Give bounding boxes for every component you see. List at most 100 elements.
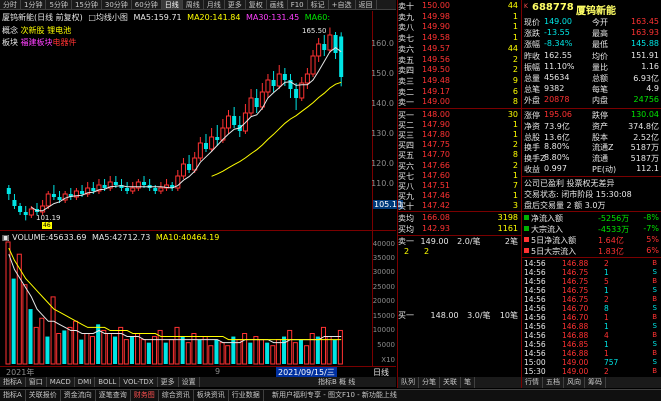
tab-period-3[interactable]: 15分钟 xyxy=(72,0,102,9)
candle-body xyxy=(316,43,322,57)
volume-bar xyxy=(67,326,73,365)
bid-price[interactable]: 147.75 xyxy=(422,140,450,149)
tab-ticks[interactable]: 分笔 xyxy=(419,377,440,388)
tab-action-4[interactable]: +自选 xyxy=(329,0,356,9)
bid-price[interactable]: 147.90 xyxy=(422,120,450,129)
volume-bar xyxy=(197,339,202,364)
axis-label: 40000 xyxy=(372,240,395,248)
tab-indicator-5[interactable]: VOL-TDX xyxy=(120,377,158,387)
tick-volume: 1 xyxy=(604,313,609,322)
volume-bar xyxy=(11,278,16,364)
candle xyxy=(242,104,248,134)
volume-bar xyxy=(163,342,168,364)
ask-price[interactable]: 149.90 xyxy=(422,22,450,31)
tab-indicator-0[interactable]: 指标A xyxy=(0,377,26,387)
tab-indicator-6[interactable]: 更多 xyxy=(158,377,179,387)
tab-action-5[interactable]: 返回 xyxy=(356,0,377,9)
status-tab-6[interactable]: 板块资讯 xyxy=(194,390,229,401)
tab-five-level[interactable]: 五档 xyxy=(543,377,564,388)
volume-bar xyxy=(248,342,253,364)
candle xyxy=(125,182,130,194)
ask-volume: 2 xyxy=(512,65,518,75)
status-tab-2[interactable]: 资金流向 xyxy=(61,390,96,401)
bid-price[interactable]: 147.60 xyxy=(422,171,450,180)
tab-wind[interactable]: 风向 xyxy=(564,377,585,388)
ask-price[interactable]: 149.50 xyxy=(422,65,450,74)
tab-indicator-7[interactable]: 设置 xyxy=(179,377,200,387)
tick-time: 14:56 xyxy=(524,295,546,304)
candle-body xyxy=(248,97,254,114)
candlestick-chart[interactable] xyxy=(0,11,372,229)
candle-body xyxy=(327,34,333,51)
tick-direction: S xyxy=(652,268,657,276)
ask-price[interactable]: 149.00 xyxy=(422,97,450,106)
volume-bar xyxy=(168,339,174,365)
bid-price[interactable]: 148.00 xyxy=(422,110,450,119)
tab-indicator-1[interactable]: 窗口 xyxy=(26,377,47,387)
axis-label: 10000 xyxy=(372,326,395,334)
tab-action-1[interactable]: 画线 xyxy=(267,0,288,9)
status-tab-5[interactable]: 综合资讯 xyxy=(159,390,194,401)
tab-action-0[interactable]: 复权 xyxy=(246,0,267,9)
tab-action-2[interactable]: F10 xyxy=(288,0,308,9)
status-tab-7[interactable]: 行业数据 xyxy=(229,390,264,401)
tab-period-5[interactable]: 60分钟 xyxy=(132,0,162,9)
bid-price[interactable]: 147.51 xyxy=(422,181,450,190)
tab-indicator-2[interactable]: MACD xyxy=(47,377,75,387)
stat-label: 收益 xyxy=(524,165,540,174)
tab-action-3[interactable]: 标记 xyxy=(308,0,329,9)
tab-quote[interactable]: 行情 xyxy=(522,377,543,388)
volume-bar xyxy=(219,342,225,365)
tab-period-9[interactable]: 更多 xyxy=(225,0,246,9)
candle-body xyxy=(310,55,316,75)
tab-related[interactable]: 关联 xyxy=(440,377,461,388)
candle xyxy=(158,182,164,194)
tab-period-1[interactable]: 1分钟 xyxy=(21,0,47,9)
queue-sell1-val: 2 xyxy=(404,247,410,256)
ask-price[interactable]: 149.56 xyxy=(422,55,450,64)
volume-axis: 40000 35000 30000 25000 20000 15000 1000… xyxy=(373,240,396,366)
candle-body xyxy=(187,164,192,170)
candle-body xyxy=(142,182,147,185)
candle-body xyxy=(271,80,276,86)
status-tab-4[interactable]: 财务图 xyxy=(131,390,159,401)
tab-period-6[interactable]: 日线 xyxy=(161,0,183,9)
ask-price[interactable]: 149.57 xyxy=(422,44,450,53)
panel-divider xyxy=(0,230,396,231)
status-tab-1[interactable]: 关联报价 xyxy=(26,390,61,401)
tab-period-2[interactable]: 5分钟 xyxy=(46,0,72,9)
tab-period-8[interactable]: 月线 xyxy=(204,0,225,9)
status-promo[interactable]: 新用户福利专享 - 图文F10 - 新功能上线 xyxy=(272,391,397,399)
tab-period-0[interactable]: 分时 xyxy=(0,0,21,9)
candle-body xyxy=(254,98,259,107)
indicator-b-tab[interactable]: 指标B 概 线 xyxy=(318,377,355,387)
flow-label: 5日大宗流入 xyxy=(531,247,577,256)
volume-chart[interactable] xyxy=(0,240,372,366)
ask-price[interactable]: 149.58 xyxy=(422,33,450,42)
ask-price[interactable]: 149.48 xyxy=(422,76,450,85)
bid-price[interactable]: 147.42 xyxy=(422,201,450,210)
tab-indicator-3[interactable]: DMI xyxy=(75,377,96,387)
tab-period-7[interactable]: 周线 xyxy=(183,0,204,9)
bid-price[interactable]: 147.46 xyxy=(422,191,450,200)
ask-price[interactable]: 149.98 xyxy=(422,12,450,21)
tab-period-4[interactable]: 30分钟 xyxy=(102,0,132,9)
status-tab-0[interactable]: 指标A xyxy=(0,390,26,401)
quote-panel: K 688778 厦钨新能 现价 149.00 今开 163.45 涨跌 -13.55 最高… xyxy=(521,0,661,388)
candle xyxy=(304,68,310,89)
bid-price[interactable]: 147.66 xyxy=(422,161,450,170)
price-axis: 160.0 150.0 140.0 130.0 120.0 110.0 105.… xyxy=(371,11,403,229)
ask-price[interactable]: 149.17 xyxy=(422,87,450,96)
stat-value: 2.52亿 xyxy=(633,132,659,142)
tab-bi[interactable]: 笔 xyxy=(461,377,475,388)
candle-body xyxy=(265,79,271,93)
tick-volume: 2 xyxy=(604,367,609,376)
tab-queue[interactable]: 队列 xyxy=(398,377,419,388)
bid-price[interactable]: 147.70 xyxy=(422,150,450,159)
tab-indicator-4[interactable]: BOLL xyxy=(95,377,121,387)
ask-price[interactable]: 150.00 xyxy=(422,1,450,10)
tab-chips[interactable]: 筹码 xyxy=(585,377,606,388)
status-tab-3[interactable]: 逐笔查询 xyxy=(96,390,131,401)
bid-price[interactable]: 147.80 xyxy=(422,130,450,139)
candle-body xyxy=(153,188,158,191)
